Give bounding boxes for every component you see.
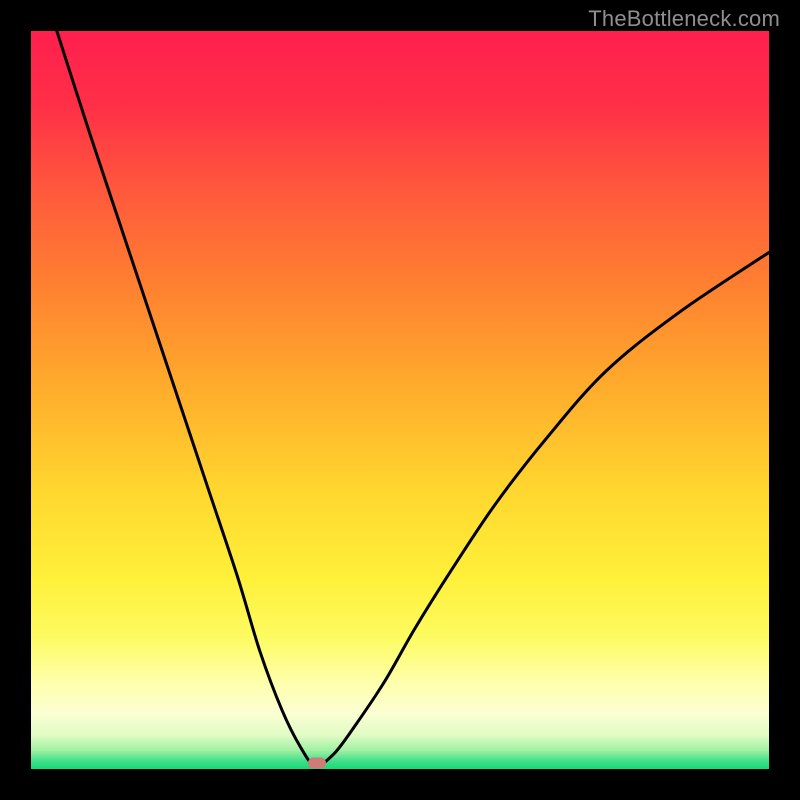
minimum-marker (308, 758, 326, 769)
watermark-text: TheBottleneck.com (588, 6, 780, 32)
bottleneck-curve (57, 31, 769, 765)
chart-frame: TheBottleneck.com (0, 0, 800, 800)
plot-area (31, 31, 769, 769)
curve-layer (31, 31, 769, 769)
